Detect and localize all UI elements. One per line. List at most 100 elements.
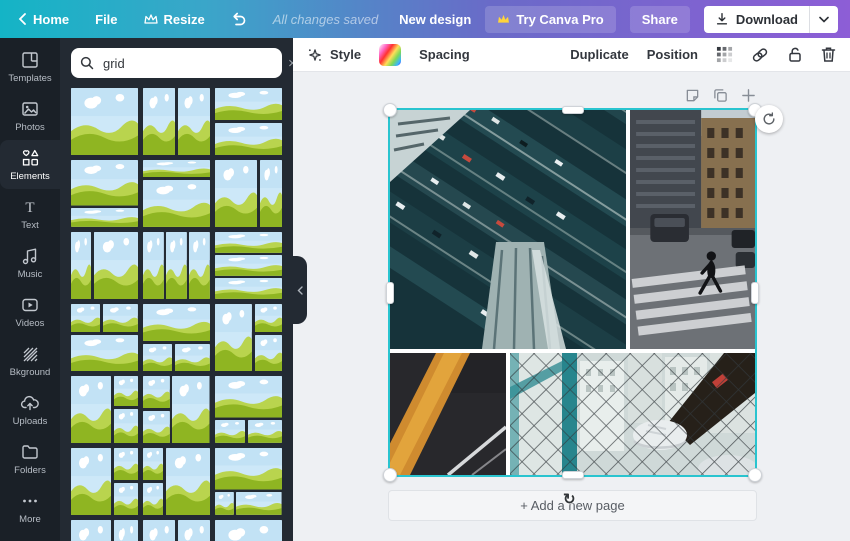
template-thumb[interactable] [71,88,138,155]
editor-main: Style Spacing Duplicate Position + Add a… [293,38,850,541]
rotate-handle[interactable] [755,105,783,133]
sidebar-item-text[interactable]: T Text [0,189,60,238]
sidebar-item-uploads[interactable]: Uploads [0,385,60,434]
template-thumb-cell [143,448,164,481]
template-thumb-cell [103,304,138,333]
file-menu[interactable]: File [95,12,117,27]
duplicate-page-icon[interactable] [713,88,728,103]
template-thumb-cell [143,88,176,155]
link-icon[interactable] [751,46,769,64]
sidebar-item-templates[interactable]: Templates [0,42,60,91]
elements-panel: × [60,38,293,541]
bkground-icon [20,344,40,364]
share-button[interactable]: Share [629,5,690,33]
template-thumb-cell [172,376,210,443]
search-input[interactable] [101,54,281,72]
template-thumb-cell [143,343,173,371]
template-thumb[interactable] [143,520,210,541]
template-thumb-cell [143,304,210,341]
delete-icon[interactable] [821,46,836,63]
photo-sneakers-fence[interactable] [510,353,755,475]
download-icon [715,12,729,26]
elements-icon [20,148,41,168]
selection-handle-nw[interactable] [383,103,397,117]
selection-handle-se[interactable] [748,468,762,482]
sidebar-item-more[interactable]: More [0,483,60,532]
template-thumb[interactable] [71,376,138,443]
selection-handle-sw[interactable] [383,468,397,482]
sidebar-item-label: Uploads [12,415,48,427]
template-thumb[interactable] [215,232,282,299]
template-thumb-cell [113,448,138,481]
clear-search-icon[interactable]: × [288,55,293,72]
panel-collapse-tab[interactable] [293,256,307,324]
sidebar-item-folders[interactable]: Folders [0,434,60,483]
sidebar-item-elements[interactable]: Elements [0,140,60,189]
photo-pavement-yellow-line[interactable] [390,353,506,475]
save-status: All changes saved [272,11,379,27]
sidebar-item-label: Music [17,268,43,280]
search-icon [80,56,94,70]
template-thumb[interactable] [71,448,138,515]
template-thumb-cell [177,520,210,541]
download-button[interactable]: Download [703,5,838,33]
selection-handle-n[interactable] [562,106,584,114]
template-thumb[interactable] [215,448,282,515]
template-thumb-cell [254,304,282,333]
lock-icon[interactable] [787,46,803,63]
sidebar-item-label: Folders [14,464,46,476]
template-thumb-cell [215,420,246,443]
duplicate-button[interactable]: Duplicate [570,47,629,62]
spacing-button[interactable]: Spacing [419,47,470,62]
position-button[interactable]: Position [647,47,698,62]
template-thumb[interactable] [143,448,210,515]
sidebar-item-label: Elements [10,170,50,182]
selection-handle-e[interactable] [751,282,759,304]
color-picker-swatch[interactable] [379,43,402,66]
style-button[interactable]: Style [307,47,361,63]
template-thumb[interactable] [71,232,138,299]
try-canva-pro-button[interactable]: Try Canva Pro [485,5,616,33]
new-design-button[interactable]: New design [399,12,471,27]
template-thumb[interactable] [215,88,282,155]
template-thumb[interactable] [71,520,138,541]
template-thumb[interactable] [143,232,210,299]
template-thumb[interactable] [143,88,210,155]
sidebar-item-photos[interactable]: Photos [0,91,60,140]
sidebar-item-bkground[interactable]: Bkground [0,336,60,385]
selection-handle-w[interactable] [386,282,394,304]
template-thumb-cell [215,88,282,121]
sidebar-item-videos[interactable]: Videos [0,287,60,336]
selection-handle-s[interactable] [562,471,584,479]
notes-icon[interactable] [685,88,700,103]
template-thumb[interactable] [215,160,282,227]
template-thumb[interactable] [215,520,282,541]
home-button[interactable]: Home [18,12,69,27]
template-thumb[interactable] [215,376,282,443]
transparency-icon[interactable] [716,46,733,63]
template-thumb-cell [215,376,282,418]
template-thumb[interactable] [215,304,282,371]
template-thumb[interactable] [71,304,138,371]
template-thumb[interactable] [143,160,210,227]
resize-button[interactable]: Resize [143,12,205,27]
download-options-caret[interactable] [809,5,838,33]
context-toolbar: Style Spacing Duplicate Position [293,38,850,72]
template-thumb[interactable] [143,376,210,443]
template-thumb-cell [143,180,210,227]
template-thumb-cell [71,520,112,541]
undo-button[interactable] [231,12,247,26]
template-thumb-cell [215,160,258,227]
template-thumb[interactable] [143,304,210,371]
sidebar-item-music[interactable]: Music [0,238,60,287]
template-thumb-cell [113,520,138,541]
template-thumb-cell [215,122,282,155]
back-chevron-icon [18,13,27,25]
canvas-page[interactable] [383,103,762,482]
photos-icon [20,99,40,119]
template-thumb[interactable] [71,160,138,227]
photo-city-street[interactable] [630,110,755,349]
add-page-button[interactable]: + Add a new page [388,490,757,521]
photo-aerial-highway[interactable] [390,110,626,349]
add-page-icon[interactable] [741,88,756,103]
